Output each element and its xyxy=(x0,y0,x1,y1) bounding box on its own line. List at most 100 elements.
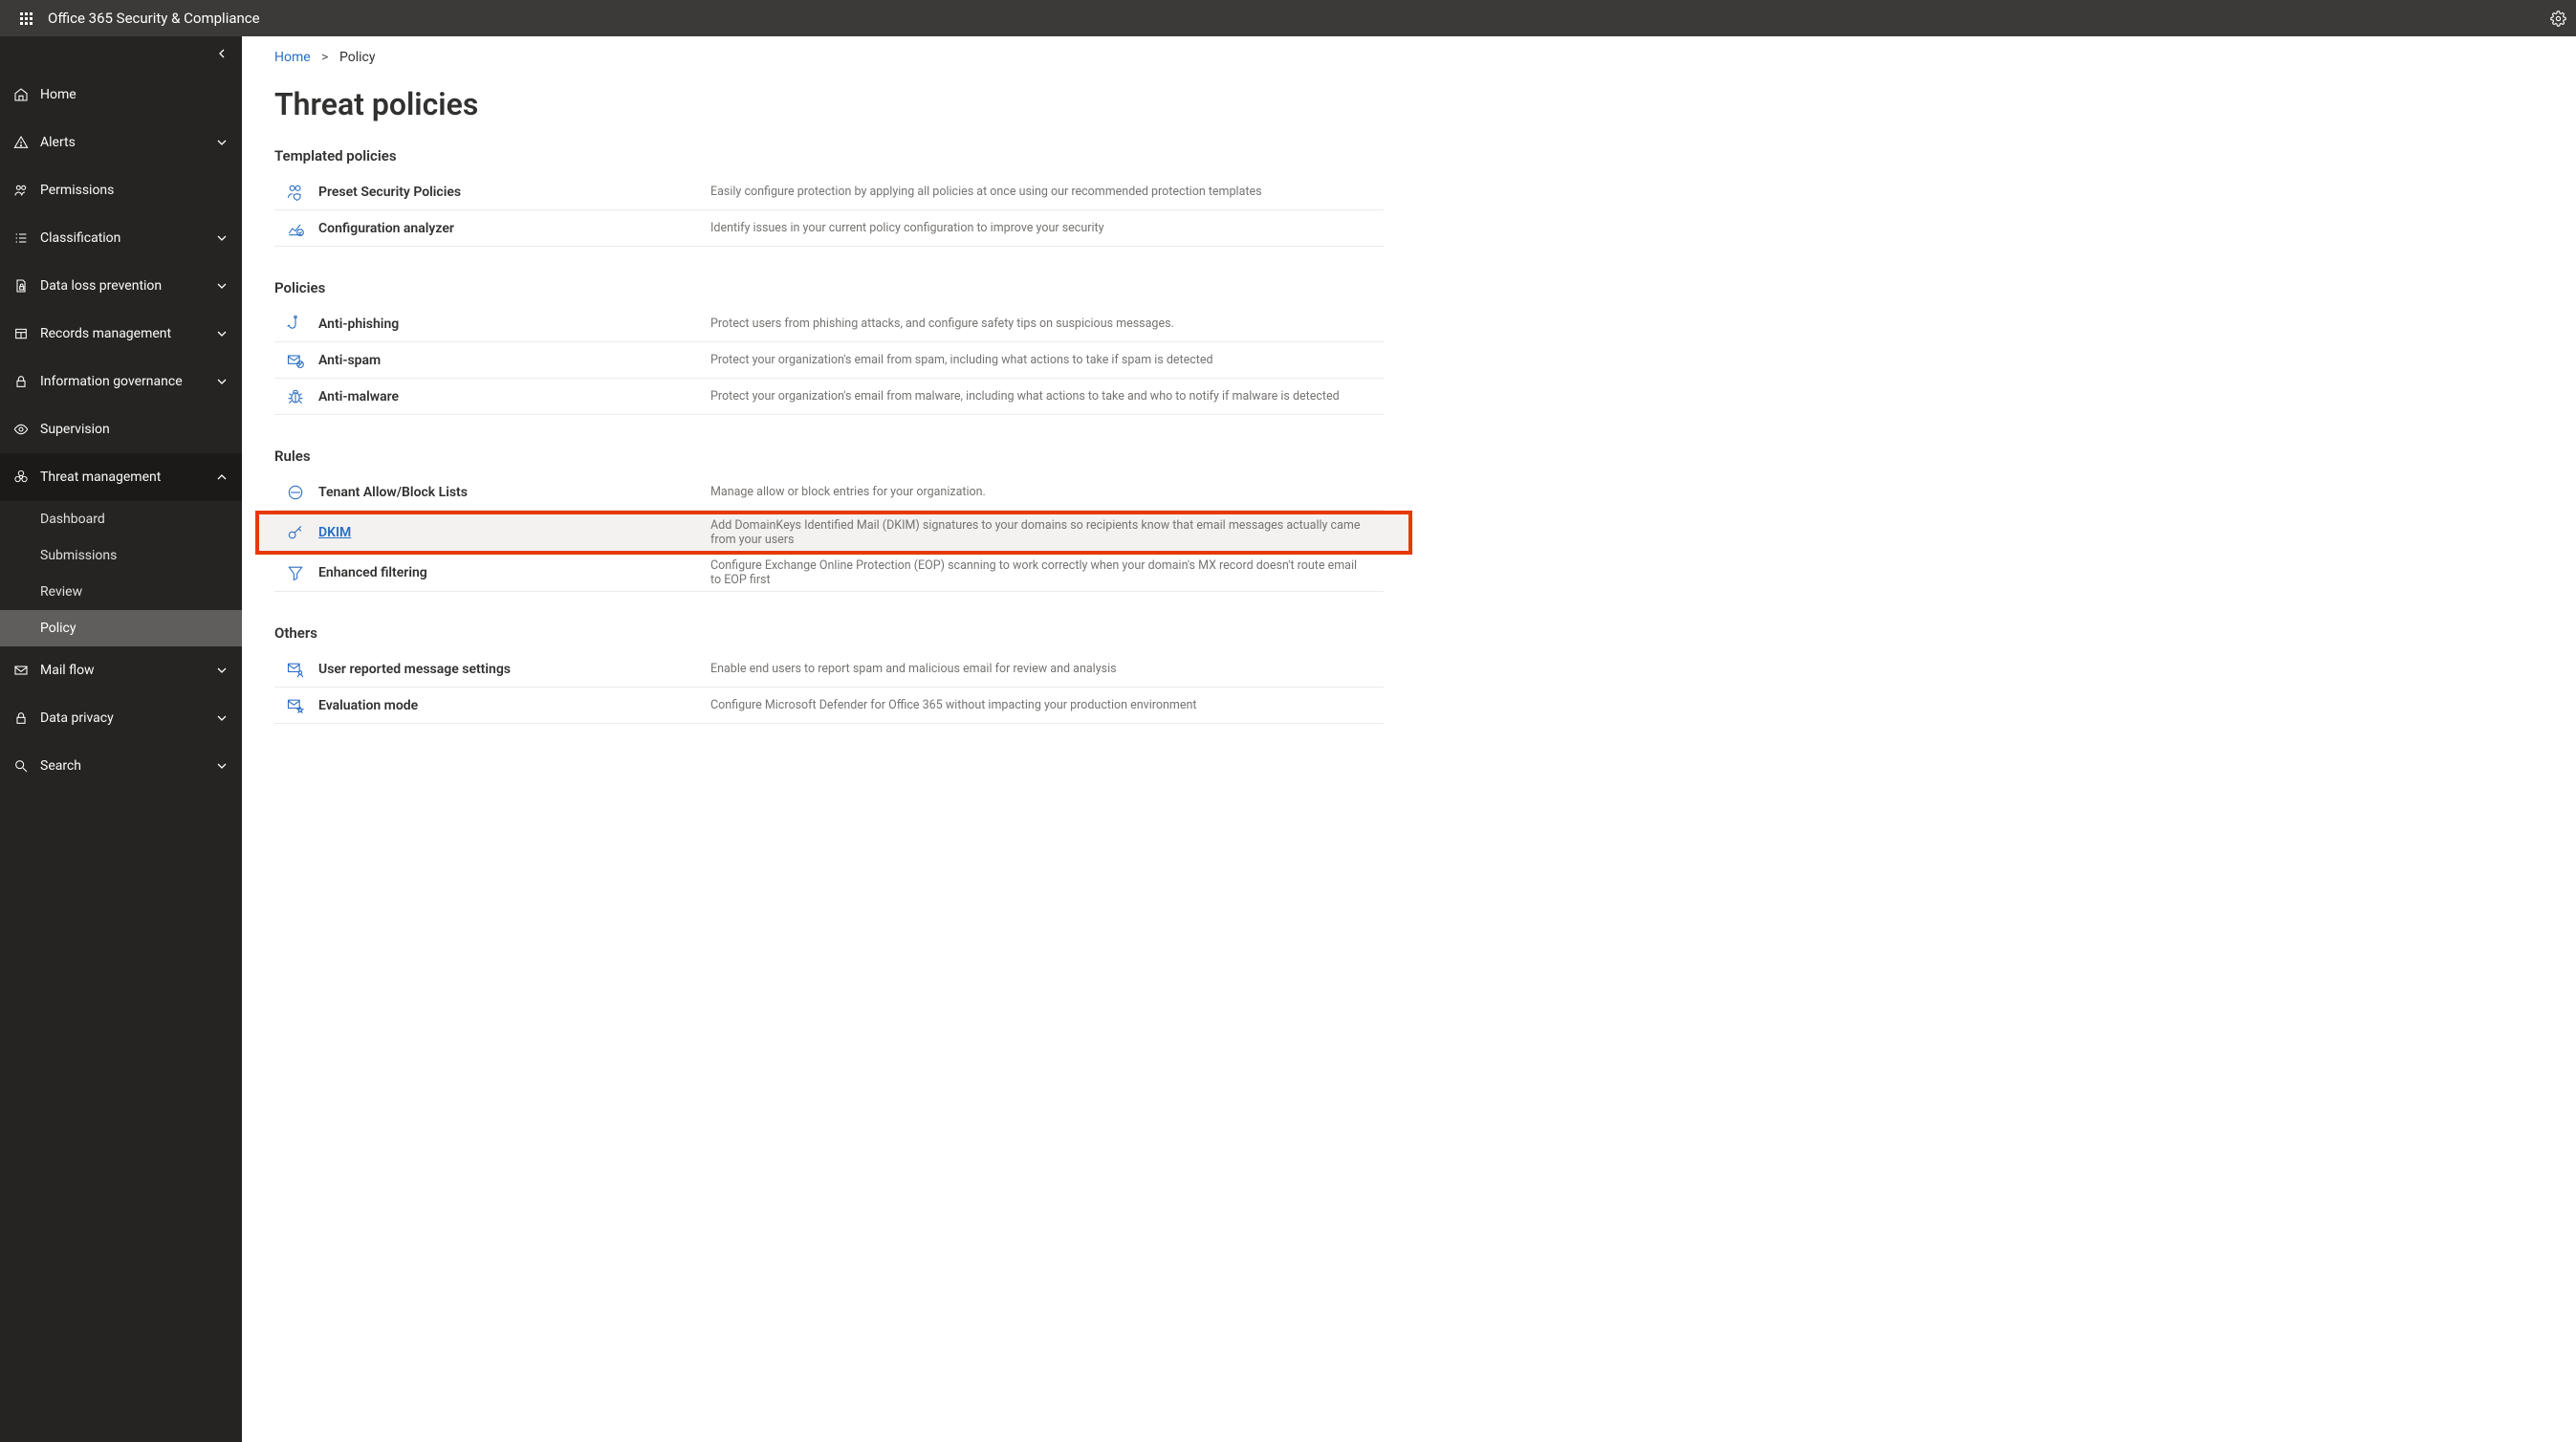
policy-row-dkim[interactable]: DKIM Add DomainKeys Identified Mail (DKI… xyxy=(255,511,1412,555)
mail-person-icon xyxy=(274,660,318,679)
breadcrumb-home-link[interactable]: Home xyxy=(274,50,311,65)
sidebar-subitem-label: Dashboard xyxy=(40,512,105,527)
chevron-down-icon xyxy=(217,329,227,339)
mail-star-icon xyxy=(274,696,318,715)
sidebar-item-mailflow[interactable]: Mail flow xyxy=(0,646,242,694)
policy-link: Tenant Allow/Block Lists xyxy=(318,485,710,500)
policy-row-preset[interactable]: Preset Security Policies Easily configur… xyxy=(274,174,1384,210)
chevron-down-icon xyxy=(217,281,227,291)
policy-desc: Configure Microsoft Defender for Office … xyxy=(710,698,1384,712)
chevron-down-icon xyxy=(217,666,227,675)
policy-link: Anti-spam xyxy=(318,353,710,368)
policy-desc: Manage allow or block entries for your o… xyxy=(710,485,1384,499)
chevron-down-icon xyxy=(217,713,227,723)
breadcrumb: Home > Policy xyxy=(274,50,2576,65)
sidebar-item-privacy[interactable]: Data privacy xyxy=(0,694,242,742)
policy-desc: Configure Exchange Online Protection (EO… xyxy=(710,558,1384,587)
top-bar: Office 365 Security & Compliance xyxy=(0,0,2576,36)
sidebar-subitem-label: Submissions xyxy=(40,548,117,563)
hook-icon xyxy=(274,315,318,334)
layout: Home Alerts Permissions Classification xyxy=(0,36,2576,1442)
section-title: Templated policies xyxy=(274,147,1384,164)
app-title: Office 365 Security & Compliance xyxy=(48,10,260,27)
section-title: Others xyxy=(274,624,1384,642)
waffle-icon xyxy=(20,12,33,25)
policy-row-antiphishing[interactable]: Anti-phishing Protect users from phishin… xyxy=(274,306,1384,342)
sidebar-item-label: Home xyxy=(40,87,76,102)
chevron-down-icon xyxy=(217,138,227,147)
sidebar-item-alerts[interactable]: Alerts xyxy=(0,119,242,166)
list-icon xyxy=(11,230,31,246)
sidebar-collapse-button[interactable] xyxy=(0,36,242,71)
biohazard-icon xyxy=(11,470,31,485)
sidebar-item-classification[interactable]: Classification xyxy=(0,214,242,262)
sidebar-item-home[interactable]: Home xyxy=(0,71,242,119)
chevron-up-icon xyxy=(217,472,227,482)
sidebar-item-threat[interactable]: Threat management xyxy=(0,453,242,501)
section-templated: Templated policies Preset Security Polic… xyxy=(274,147,1384,247)
bug-icon xyxy=(274,387,318,406)
sidebar-item-label: Data privacy xyxy=(40,710,114,726)
sidebar-item-label: Alerts xyxy=(40,135,76,150)
chart-check-icon xyxy=(274,219,318,238)
sidebar-item-label: Mail flow xyxy=(40,663,95,678)
policy-row-analyzer[interactable]: Configuration analyzer Identify issues i… xyxy=(274,210,1384,247)
policy-desc: Easily configure protection by applying … xyxy=(710,185,1384,199)
key-icon xyxy=(274,523,318,542)
breadcrumb-current: Policy xyxy=(339,50,376,65)
policy-row-tenant[interactable]: Tenant Allow/Block Lists Manage allow or… xyxy=(274,474,1384,511)
chevron-down-icon xyxy=(217,233,227,243)
policy-link: Anti-phishing xyxy=(318,317,710,332)
home-icon xyxy=(11,87,31,102)
mail-block-icon xyxy=(274,351,318,370)
search-icon xyxy=(11,758,31,774)
sidebar: Home Alerts Permissions Classification xyxy=(0,36,242,1442)
chevron-down-icon xyxy=(217,761,227,771)
policy-row-evaluation[interactable]: Evaluation mode Configure Microsoft Defe… xyxy=(274,688,1384,724)
policy-desc: Add DomainKeys Identified Mail (DKIM) si… xyxy=(710,518,1380,547)
policy-link: Enhanced filtering xyxy=(318,565,710,580)
policy-desc: Enable end users to report spam and mali… xyxy=(710,662,1384,676)
sidebar-item-label: Records management xyxy=(40,326,171,341)
section-policies: Policies Anti-phishing Protect users fro… xyxy=(274,279,1384,415)
records-icon xyxy=(11,326,31,341)
policy-link: Preset Security Policies xyxy=(318,185,710,200)
gear-icon xyxy=(2550,11,2566,27)
chevron-down-icon xyxy=(217,377,227,386)
main-content: Home > Policy Threat policies Templated … xyxy=(242,36,2576,1442)
sidebar-subitem-review[interactable]: Review xyxy=(0,574,242,610)
sidebar-item-label: Permissions xyxy=(40,183,114,198)
file-lock-icon xyxy=(11,278,31,294)
chevron-left-icon xyxy=(217,49,227,58)
page-title: Threat policies xyxy=(274,86,2576,122)
policy-link: DKIM xyxy=(318,525,710,540)
sidebar-subitem-policy[interactable]: Policy xyxy=(0,610,242,646)
sidebar-item-label: Threat management xyxy=(40,470,161,485)
sidebar-item-label: Classification xyxy=(40,230,120,246)
sidebar-item-permissions[interactable]: Permissions xyxy=(0,166,242,214)
sidebar-item-search[interactable]: Search xyxy=(0,742,242,790)
policy-row-antimalware[interactable]: Anti-malware Protect your organization's… xyxy=(274,379,1384,415)
section-title: Policies xyxy=(274,279,1384,296)
app-launcher-button[interactable] xyxy=(8,0,44,36)
policy-link: User reported message settings xyxy=(318,662,710,677)
sidebar-subitem-dashboard[interactable]: Dashboard xyxy=(0,501,242,537)
settings-button[interactable] xyxy=(2550,11,2566,27)
policy-desc: Identify issues in your current policy c… xyxy=(710,221,1384,235)
section-rules: Rules Tenant Allow/Block Lists Manage al… xyxy=(274,448,1384,592)
sidebar-item-dlp[interactable]: Data loss prevention xyxy=(0,262,242,310)
policy-row-antispam[interactable]: Anti-spam Protect your organization's em… xyxy=(274,342,1384,379)
sidebar-item-supervision[interactable]: Supervision xyxy=(0,405,242,453)
policy-desc: Protect your organization's email from m… xyxy=(710,389,1384,404)
policy-row-enhanced[interactable]: Enhanced filtering Configure Exchange On… xyxy=(274,555,1384,592)
sidebar-item-label: Supervision xyxy=(40,422,110,437)
policy-row-userreported[interactable]: User reported message settings Enable en… xyxy=(274,651,1384,688)
key-icon xyxy=(11,183,31,198)
lock-icon xyxy=(11,374,31,389)
sidebar-subitem-submissions[interactable]: Submissions xyxy=(0,537,242,574)
policy-desc: Protect users from phishing attacks, and… xyxy=(710,317,1384,331)
sidebar-item-records[interactable]: Records management xyxy=(0,310,242,358)
people-shield-icon xyxy=(274,183,318,202)
sidebar-item-infogov[interactable]: Information governance xyxy=(0,358,242,405)
section-others: Others User reported message settings En… xyxy=(274,624,1384,724)
